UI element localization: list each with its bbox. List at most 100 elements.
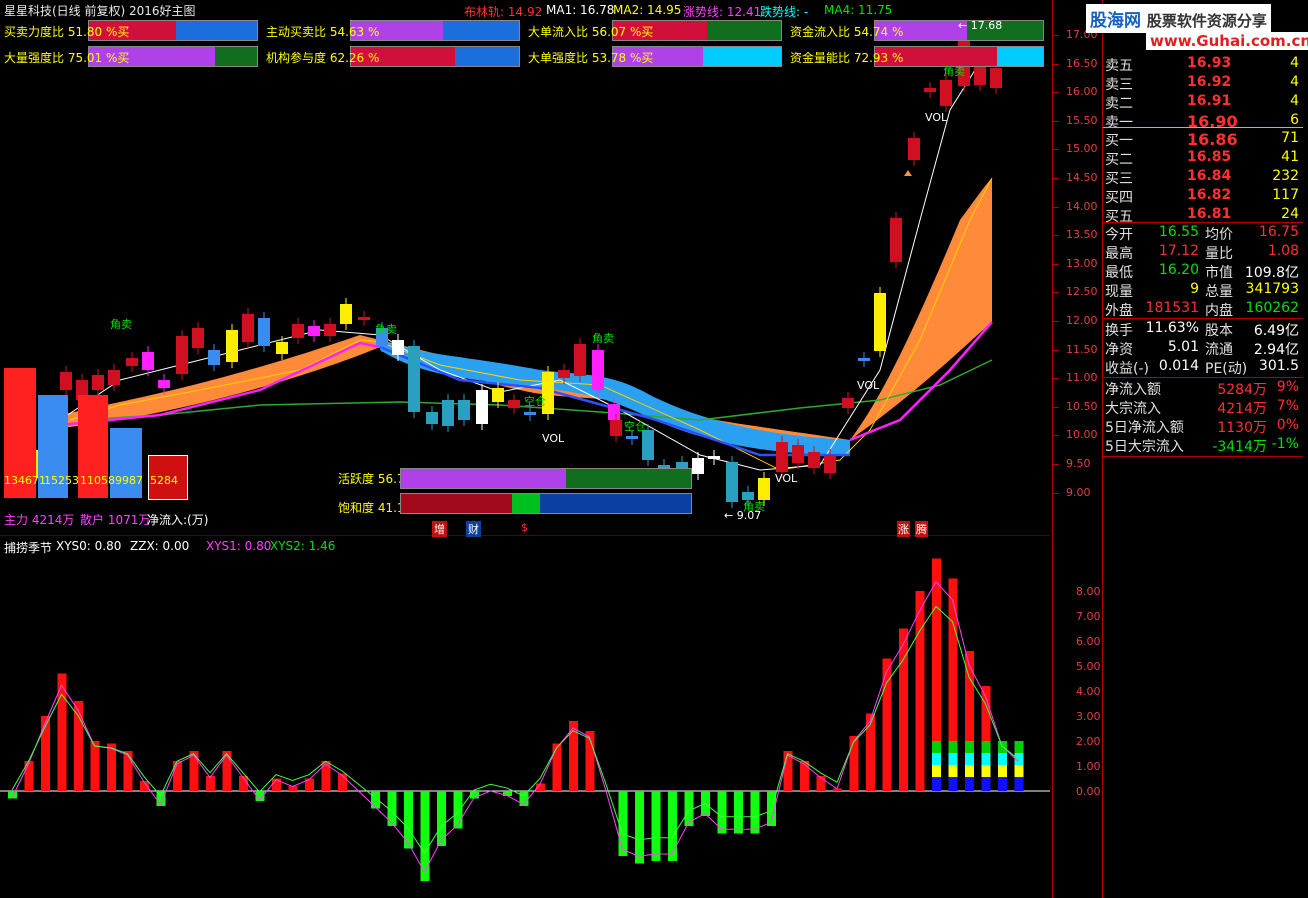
bid-label: 买四: [1105, 190, 1133, 206]
quote-value: 160262: [1245, 300, 1299, 316]
price-tick-mark: [1053, 349, 1059, 351]
fund-label: 换手: [1105, 323, 1133, 339]
sub-tick: 8.00: [1076, 585, 1101, 598]
bid-label: 买五: [1105, 209, 1133, 225]
guhai-logo: 股海网 股票软件资源分享: [1086, 4, 1271, 33]
stack-green: [948, 741, 958, 753]
fund-value: 0.014: [1158, 358, 1199, 374]
saturation-fill: [401, 494, 512, 513]
fund-label: 流通: [1205, 342, 1233, 358]
sell-signal-3: 角卖: [943, 65, 965, 78]
sub-tick: 6.00: [1076, 635, 1101, 648]
quote-row: 最高 17.12 量比 1.08: [1103, 243, 1303, 262]
flow-label: 5日大宗流入: [1105, 439, 1184, 455]
vol-marker-3: VOL: [857, 379, 880, 392]
fund-value: 6.49亿: [1253, 323, 1299, 339]
flow-value: 5284万: [1217, 382, 1267, 398]
indicator-label: 大量强度比 75.01 %买: [4, 51, 130, 65]
fund-row: 净资 5.01 流通 2.94亿: [1103, 339, 1303, 358]
candle-body: [108, 370, 120, 385]
boll-value: 布林轨: 14.92: [464, 5, 543, 19]
candle-body: [308, 326, 320, 336]
stack-green: [932, 741, 941, 753]
xys1-value: XYS1: 0.80: [206, 539, 272, 553]
bid-price: 16.85: [1187, 149, 1232, 165]
indicator-rest: [707, 21, 781, 40]
tag-dollar: $: [521, 521, 528, 534]
flow-divider: [1103, 456, 1303, 457]
xys0-value: XYS0: 0.80: [56, 539, 122, 553]
histogram-bar: [173, 761, 182, 791]
activity-fill: [401, 469, 566, 488]
position-empty-1: 空仓: [524, 395, 546, 408]
logo-slogan: 股票软件资源分享: [1146, 12, 1267, 30]
price-tick-mark: [1053, 35, 1059, 36]
candle-body: [92, 375, 104, 390]
indicator-label: 资金量能比 72.93 %: [790, 51, 904, 65]
quote-value: 341793: [1245, 281, 1299, 297]
sub-tick: 1.00: [1076, 760, 1101, 773]
indicator-rest: [997, 47, 1043, 66]
ma2-line: [69, 177, 993, 471]
bid-volume: 71: [1281, 130, 1299, 146]
ask-price: 16.90: [1187, 112, 1238, 131]
ma2-value: MA2: 14.95: [613, 3, 682, 17]
net-inflow-label: 净流入:(万): [147, 513, 209, 527]
bid-price: 16.81: [1187, 206, 1232, 222]
candle-body: [126, 358, 138, 366]
stack-blue: [1014, 777, 1024, 791]
chart-title: 星星科技(日线 前复权) 2016好主图: [4, 4, 196, 18]
quote-value: 109.8亿: [1244, 265, 1299, 281]
histogram-bar: [321, 761, 331, 791]
price-tick: 11.50: [1066, 342, 1098, 356]
quote-label: 现量: [1105, 284, 1133, 300]
flow-label: 大宗流入: [1105, 401, 1161, 417]
candle-body: [726, 462, 738, 502]
flow-value-2: 15253: [44, 474, 79, 487]
candle-body: [192, 328, 204, 348]
histogram-bar: [90, 741, 100, 791]
candle-body: [990, 68, 1002, 88]
ask-volume: 4: [1290, 93, 1299, 109]
sub-tick: 4.00: [1076, 685, 1101, 698]
price-tick: 13.50: [1066, 228, 1098, 242]
indicator-label: 大单流入比 56.07 %买: [528, 25, 654, 39]
candle-body: [258, 318, 270, 346]
candle-body: [758, 478, 770, 500]
quote-row: 最低 16.20 市值 109.8亿: [1103, 262, 1303, 281]
price-tick-mark: [1053, 321, 1059, 322]
vol-marker-1: VOL: [542, 432, 565, 445]
candle-body: [476, 390, 488, 424]
histogram-bar: [618, 791, 628, 856]
histogram-bar: [800, 761, 809, 791]
candle-body: [626, 436, 638, 439]
price-tick-mark: [1053, 235, 1059, 237]
histogram-bar: [107, 743, 116, 791]
quote-label: 均价: [1205, 227, 1233, 243]
price-tick: 13.00: [1066, 256, 1098, 270]
bid-row: 买二 16.85 41: [1103, 149, 1303, 168]
ask-volume: 4: [1290, 55, 1299, 71]
candle-body: [292, 324, 304, 338]
fund-value: 11.63%: [1145, 320, 1199, 336]
tag-zhang: 涨: [897, 521, 910, 537]
sub-chart-name: 捕捞季节: [4, 541, 53, 555]
bid-price: 16.82: [1187, 187, 1232, 203]
flow-value: 4214万: [1217, 401, 1267, 417]
candle-body: [908, 138, 920, 160]
histogram-bar: [41, 716, 50, 791]
bid-volume: 117: [1272, 187, 1299, 203]
sub-chart[interactable]: [0, 537, 1050, 898]
candle-body: [242, 314, 254, 342]
candle-body: [592, 350, 604, 390]
ask-volume: 6: [1290, 112, 1299, 128]
flow-pct: -1%: [1271, 436, 1299, 452]
vol-marker-4: VOL: [925, 111, 948, 124]
candle-body: [890, 218, 902, 262]
candle-body: [574, 344, 586, 376]
tag-cai: 财: [466, 521, 481, 537]
candle-body: [408, 346, 420, 412]
low-price-marker: ← 9.07: [724, 509, 762, 522]
bulao-chart[interactable]: [0, 537, 1050, 898]
flow-row: 5日大宗流入 -3414万 -1%: [1103, 436, 1303, 455]
